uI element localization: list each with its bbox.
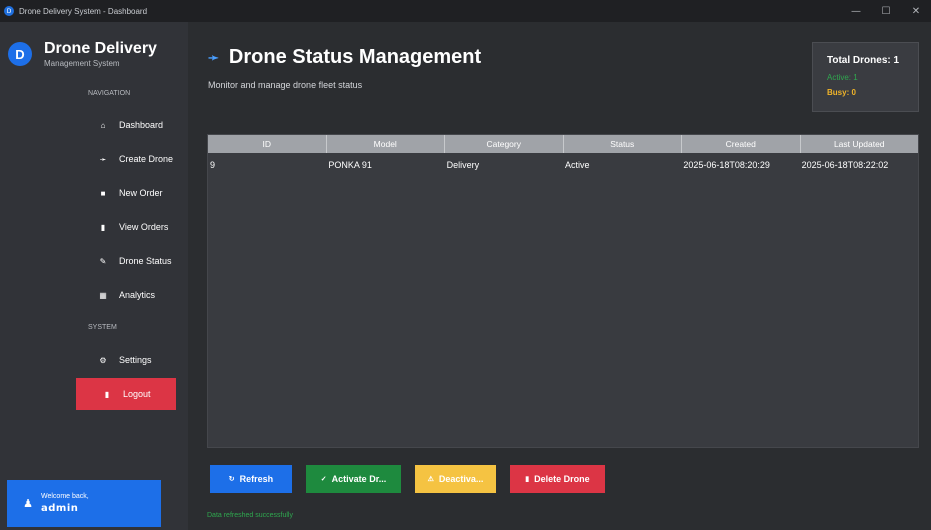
- cell-created: 2025-06-18T08:20:29: [683, 160, 770, 170]
- welcome-text: Welcome back,: [41, 493, 89, 500]
- column-header-created[interactable]: Created: [682, 135, 801, 153]
- username: admin: [41, 503, 79, 514]
- door-icon: ▮: [104, 389, 110, 399]
- deactivate-drone-button[interactable]: ⚠ Deactiva...: [415, 465, 496, 493]
- table-header: ID Model Category Status Created Last Up…: [208, 135, 918, 153]
- chart-icon: ▦: [99, 290, 107, 300]
- brand-title: Drone Delivery: [44, 40, 157, 57]
- sidebar-item-label: Drone Status: [119, 256, 172, 266]
- page-title-text: Drone Status Management: [228, 46, 482, 68]
- sidebar-item-label: Create Drone: [119, 154, 174, 164]
- warning-icon: ⚠: [427, 476, 434, 483]
- refresh-button[interactable]: ↻ Refresh: [210, 465, 292, 493]
- sidebar-item-label: View Orders: [119, 222, 169, 232]
- sidebar-item-settings[interactable]: ⚙ Settings: [76, 345, 176, 375]
- activate-drone-button[interactable]: ✓ Activate Dr...: [306, 465, 401, 493]
- check-icon: ✓: [320, 476, 327, 483]
- window-title: Drone Delivery System - Dashboard: [19, 6, 148, 16]
- sidebar-item-drone-status[interactable]: ✎ Drone Status: [76, 246, 176, 276]
- column-header-last-updated[interactable]: Last Updated: [801, 135, 919, 153]
- title-bar: D Drone Delivery System - Dashboard — ☐ …: [0, 0, 931, 22]
- sidebar-item-label: New Order: [119, 188, 163, 198]
- cell-status: Active: [564, 160, 590, 170]
- busy-value: 0: [851, 88, 856, 97]
- brand: D Drone Delivery Management System: [8, 40, 157, 68]
- sidebar-item-label: Settings: [119, 355, 152, 365]
- nav-section-label: NAVIGATION: [88, 90, 131, 97]
- cell-last-updated: 2025-06-18T08:22:02: [801, 160, 889, 170]
- sidebar-item-label: Dashboard: [119, 120, 164, 130]
- window-controls: — ☐ ✕: [841, 0, 931, 22]
- close-button[interactable]: ✕: [901, 0, 931, 22]
- gear-icon: ⚙: [99, 355, 107, 365]
- user-card: ♟ Welcome back, admin: [7, 480, 161, 527]
- sidebar-item-new-order[interactable]: ■ New Order: [76, 178, 176, 208]
- refresh-label: Refresh: [239, 474, 274, 484]
- home-icon: ⌂: [100, 120, 106, 130]
- sidebar-item-analytics[interactable]: ▦ Analytics: [76, 280, 176, 310]
- stats-card: Total Drones: 1 Active: 1 Busy: 0: [812, 42, 919, 112]
- table-row[interactable]: 9 PONKA 91 Delivery Active 2025-06-18T08…: [208, 153, 918, 177]
- logout-button[interactable]: ▮ Logout: [76, 378, 176, 410]
- system-section-label: SYSTEM: [88, 324, 117, 331]
- clipboard-icon: ▮: [100, 222, 106, 232]
- activate-label: Activate Dr...: [331, 474, 387, 484]
- sidebar-item-view-orders[interactable]: ▮ View Orders: [76, 212, 176, 242]
- app-logo-icon: D: [4, 6, 14, 16]
- column-header-status[interactable]: Status: [564, 135, 682, 153]
- status-message: Data refreshed successfully: [207, 512, 293, 519]
- drone-icon: ➛: [99, 154, 107, 164]
- main-content: ➛ Drone Status Management Monitor and ma…: [188, 22, 931, 530]
- sidebar-item-dashboard[interactable]: ⌂ Dashboard: [76, 110, 176, 140]
- busy-label: Busy:: [827, 88, 852, 97]
- sidebar-item-create-drone[interactable]: ➛ Create Drone: [76, 144, 176, 174]
- logout-label: Logout: [123, 389, 151, 399]
- deactivate-label: Deactiva...: [438, 474, 484, 484]
- busy-drones-stat: Busy: 0: [827, 88, 918, 97]
- sidebar-item-label: Analytics: [119, 290, 156, 300]
- delete-drone-button[interactable]: ▮ Delete Drone: [510, 465, 605, 493]
- page-title: ➛ Drone Status Management: [208, 46, 481, 69]
- column-header-category[interactable]: Category: [445, 135, 564, 153]
- minimize-button[interactable]: —: [841, 0, 871, 22]
- page-subtitle: Monitor and manage drone fleet status: [208, 80, 363, 90]
- maximize-button[interactable]: ☐: [871, 0, 901, 22]
- delete-label: Delete Drone: [534, 474, 590, 484]
- cell-model: PONKA 91: [328, 160, 372, 170]
- brand-subtitle: Management System: [44, 59, 120, 68]
- drone-table: ID Model Category Status Created Last Up…: [207, 134, 919, 448]
- total-drones-stat: Total Drones: 1: [827, 55, 900, 66]
- brand-logo: D: [8, 42, 32, 66]
- user-icon: ♟: [23, 497, 33, 510]
- app-window: D Drone Delivery System - Dashboard — ☐ …: [0, 0, 931, 530]
- cell-category: Delivery: [446, 160, 480, 170]
- briefcase-icon: ■: [100, 188, 106, 198]
- sidebar: D Drone Delivery Management System NAVIG…: [0, 22, 188, 530]
- refresh-icon: ↻: [228, 476, 235, 483]
- trash-icon: ▮: [525, 476, 530, 483]
- column-header-id[interactable]: ID: [208, 135, 327, 153]
- active-drones-stat: Active: 1: [827, 73, 858, 82]
- cell-id: 9: [210, 160, 216, 170]
- wrench-icon: ✎: [99, 256, 107, 266]
- column-header-model[interactable]: Model: [327, 135, 445, 153]
- drone-icon: ➛: [208, 49, 219, 65]
